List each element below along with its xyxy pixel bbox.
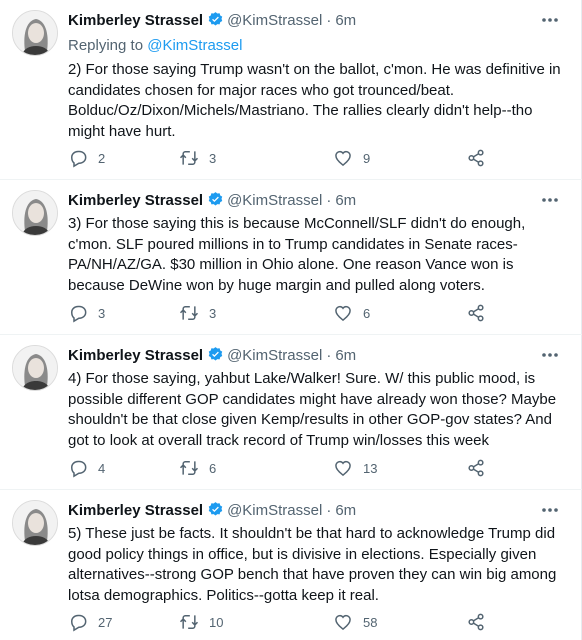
tweet[interactable]: Kimberley Strassel @KimStrassel · 6m 4) For… [0, 335, 582, 490]
like-button[interactable]: 58 [333, 610, 377, 634]
tweet-header: Kimberley Strassel @KimStrassel · 6m [68, 11, 356, 31]
reply-count: 27 [98, 614, 113, 630]
reply-icon [70, 460, 87, 478]
tweet[interactable]: Kimberley Strassel @KimStrassel · 6m 5) The… [0, 490, 582, 640]
avatar[interactable] [12, 500, 58, 546]
share-button[interactable] [466, 146, 486, 170]
share-icon [468, 304, 484, 322]
share-button[interactable] [466, 456, 486, 480]
retweet-button[interactable]: 3 [179, 146, 216, 170]
like-icon [335, 305, 351, 322]
retweet-icon [179, 151, 199, 165]
separator-dot: · [326, 192, 332, 209]
replying-to: Replying to @KimStrassel [68, 36, 242, 56]
tweet-header: Kimberley Strassel @KimStrassel · 6m [68, 191, 356, 211]
retweet-icon [179, 615, 199, 629]
retweet-button[interactable]: 6 [179, 456, 216, 480]
avatar-portrait [13, 501, 57, 545]
tweet-actions: 4 6 13 [68, 456, 498, 480]
reply-button[interactable]: 27 [68, 610, 112, 634]
reply-icon [70, 150, 87, 168]
more-icon[interactable] [540, 502, 560, 518]
tweet[interactable]: Kimberley Strassel @KimStrassel · 6m 3) For… [0, 180, 582, 335]
like-icon [335, 460, 351, 477]
display-name[interactable]: Kimberley Strassel [68, 12, 203, 29]
retweet-icon [179, 306, 199, 320]
retweet-count: 6 [209, 460, 217, 476]
tweet-actions: 3 3 6 [68, 301, 498, 325]
verified-badge-icon [207, 191, 224, 214]
avatar[interactable] [12, 345, 58, 391]
like-count: 13 [363, 460, 378, 476]
like-icon [335, 614, 351, 631]
retweet-count: 3 [209, 305, 217, 321]
retweet-button[interactable]: 10 [179, 610, 223, 634]
avatar-portrait [13, 191, 57, 235]
reply-button[interactable]: 3 [68, 301, 105, 325]
reply-count: 3 [98, 305, 106, 321]
reply-icon [70, 614, 87, 632]
timestamp[interactable]: 6m [335, 347, 356, 364]
reply-button[interactable]: 2 [68, 146, 105, 170]
like-count: 58 [363, 614, 378, 630]
verified-badge-icon [207, 501, 224, 524]
tweet-actions: 2 3 9 [68, 146, 498, 170]
timestamp[interactable]: 6m [335, 502, 356, 519]
timestamp[interactable]: 6m [335, 192, 356, 209]
like-count: 6 [363, 305, 371, 321]
retweet-icon [179, 461, 199, 475]
avatar[interactable] [12, 190, 58, 236]
tweet-header: Kimberley Strassel @KimStrassel · 6m [68, 501, 356, 521]
display-name[interactable]: Kimberley Strassel [68, 192, 203, 209]
user-handle[interactable]: @KimStrassel [227, 347, 322, 364]
display-name[interactable]: Kimberley Strassel [68, 347, 203, 364]
separator-dot: · [326, 502, 332, 519]
tweet-thread: Kimberley Strassel @KimStrassel · 6m Replyi… [0, 0, 582, 640]
tweet-header: Kimberley Strassel @KimStrassel · 6m [68, 346, 356, 366]
retweet-button[interactable]: 3 [179, 301, 216, 325]
reply-icon [70, 305, 87, 323]
reply-count: 2 [98, 150, 106, 166]
share-icon [468, 149, 484, 167]
tweet-text: 2) For those saying Trump wasn't on the … [68, 61, 561, 140]
like-button[interactable]: 6 [333, 301, 370, 325]
avatar-portrait [13, 11, 57, 55]
like-button[interactable]: 13 [333, 456, 377, 480]
retweet-count: 3 [209, 150, 217, 166]
reply-count: 4 [98, 460, 106, 476]
separator-dot: · [326, 12, 332, 29]
avatar[interactable] [12, 10, 58, 56]
timestamp[interactable]: 6m [335, 12, 356, 29]
tweet-text: 3) For those saying this is because McCo… [68, 215, 526, 294]
tweet-text: 5) These just be facts. It shouldn't be … [68, 525, 557, 604]
like-button[interactable]: 9 [333, 146, 370, 170]
user-handle[interactable]: @KimStrassel [227, 12, 322, 29]
share-button[interactable] [466, 610, 486, 634]
verified-badge-icon [207, 346, 224, 369]
reply-button[interactable]: 4 [68, 456, 105, 480]
avatar-portrait [13, 346, 57, 390]
more-icon[interactable] [540, 192, 560, 208]
share-icon [468, 613, 484, 631]
tweet[interactable]: Kimberley Strassel @KimStrassel · 6m Replyi… [0, 0, 582, 180]
retweet-count: 10 [209, 614, 224, 630]
more-icon[interactable] [540, 347, 560, 363]
replying-label: Replying to [68, 37, 148, 54]
more-icon[interactable] [540, 12, 560, 28]
like-icon [335, 150, 351, 167]
user-handle[interactable]: @KimStrassel [227, 502, 322, 519]
share-icon [468, 459, 484, 477]
tweet-actions: 27 10 58 [68, 610, 498, 634]
like-count: 9 [363, 150, 371, 166]
display-name[interactable]: Kimberley Strassel [68, 502, 203, 519]
separator-dot: · [326, 347, 332, 364]
tweet-text: 4) For those saying, yahbut Lake/Walker!… [68, 370, 557, 449]
share-button[interactable] [466, 301, 486, 325]
user-handle[interactable]: @KimStrassel [227, 192, 322, 209]
verified-badge-icon [207, 11, 224, 34]
replying-mention-link[interactable]: @KimStrassel [147, 37, 242, 54]
